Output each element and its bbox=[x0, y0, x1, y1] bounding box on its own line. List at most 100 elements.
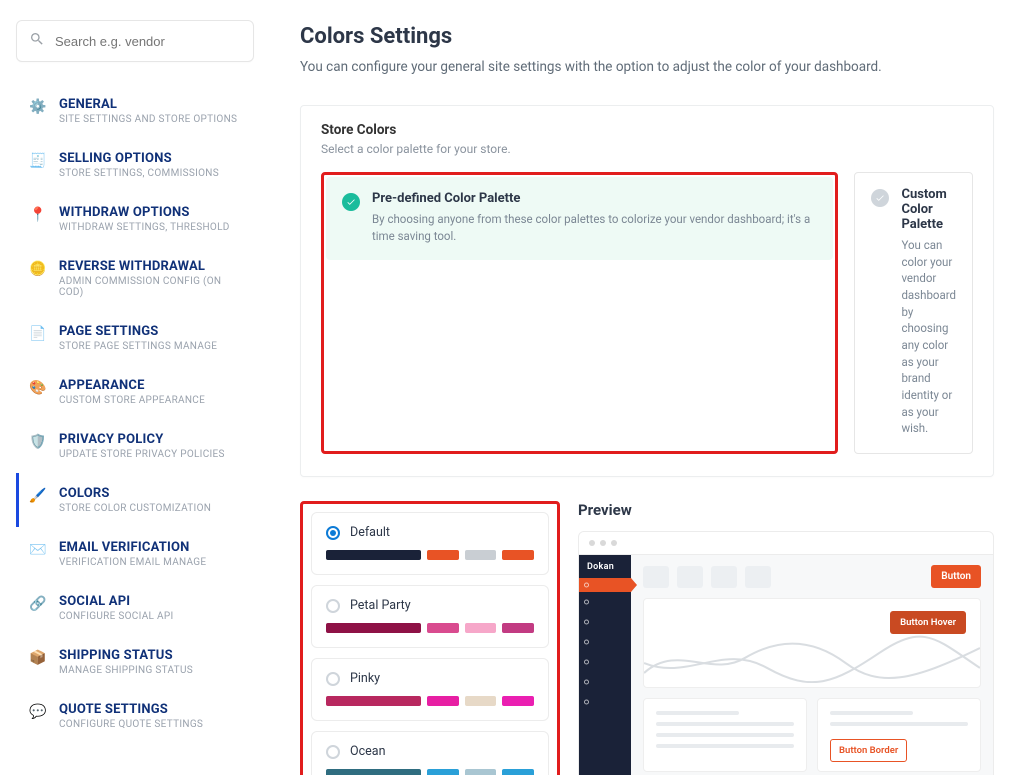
search-icon bbox=[29, 31, 45, 51]
preview-header: Button bbox=[643, 565, 981, 588]
sidebar-item-shipping[interactable]: 📦 SHIPPING STATUS MANAGE SHIPPING STATUS bbox=[16, 635, 254, 689]
sidebar-item-title: EMAIL VERIFICATION bbox=[59, 540, 206, 555]
palette-mode-choices: Pre-defined Color Palette By choosing an… bbox=[321, 172, 973, 454]
palette-option[interactable]: Petal Party bbox=[311, 585, 549, 648]
preview-brand: Dokan bbox=[579, 555, 631, 578]
preview-button: Button bbox=[931, 565, 981, 588]
palette-name: Default bbox=[350, 525, 390, 540]
sidebar-item-title: SOCIAL API bbox=[59, 594, 173, 609]
preview-nav-item bbox=[579, 592, 631, 612]
preview-column: Preview Dokan bbox=[578, 501, 994, 775]
palette-name: Ocean bbox=[350, 744, 385, 759]
preview-chart-icon bbox=[644, 633, 980, 683]
radio-icon bbox=[326, 526, 340, 540]
preview-frame: Dokan bbox=[578, 531, 994, 775]
choice-predefined[interactable]: Pre-defined Color Palette By choosing an… bbox=[326, 177, 833, 260]
sidebar-item-title: COLORS bbox=[59, 486, 211, 501]
choice-custom[interactable]: Custom Color Palette You can color your … bbox=[854, 172, 973, 454]
palette-list-highlight: DefaultPetal PartyPinkyOceanSweetySummer… bbox=[300, 501, 560, 775]
preview-button-hover: Button Hover bbox=[890, 611, 966, 634]
preview-main: Button Button Hover bbox=[631, 555, 993, 775]
check-icon bbox=[871, 189, 889, 207]
sidebar-item-subtitle: SITE SETTINGS AND STORE OPTIONS bbox=[59, 114, 237, 125]
palette-swatches bbox=[326, 550, 534, 560]
settings-sidebar: ⚙️ GENERAL SITE SETTINGS AND STORE OPTIONS… bbox=[0, 0, 270, 775]
sidebar-item-social[interactable]: 🔗SOCIAL APICONFIGURE SOCIAL API bbox=[16, 581, 254, 635]
palette-option[interactable]: Ocean bbox=[311, 731, 549, 775]
sidebar-item-subtitle: CUSTOM STORE APPEARANCE bbox=[59, 395, 205, 406]
general-icon: ⚙️ bbox=[29, 98, 47, 116]
sidebar-item-appearance[interactable]: 🎨 APPEARANCE CUSTOM STORE APPEARANCE bbox=[16, 365, 254, 419]
shipping-icon: 📦 bbox=[29, 649, 47, 667]
store-colors-card: Store Colors Select a color palette for … bbox=[300, 105, 994, 477]
sidebar-item-title: SELLING OPTIONS bbox=[59, 151, 219, 166]
palette-swatches bbox=[326, 623, 534, 633]
preview-button-border: Button Border bbox=[830, 739, 907, 762]
preview-header-placeholder bbox=[745, 566, 771, 588]
choice-custom-title: Custom Color Palette bbox=[901, 187, 956, 232]
preview-chart-card: Button Hover bbox=[643, 598, 981, 688]
sidebar-item-email[interactable]: ✉️EMAIL VERIFICATIONVERIFICATION EMAIL M… bbox=[16, 527, 254, 581]
sidebar-item-privacy[interactable]: 🛡️ PRIVACY POLICY UPDATE STORE PRIVACY POL… bbox=[16, 419, 254, 473]
predefined-highlight: Pre-defined Color Palette By choosing an… bbox=[321, 172, 838, 454]
sidebar-item-selling[interactable]: 🧾 SELLING OPTIONS STORE SETTINGS, COMMISSI… bbox=[16, 138, 254, 192]
sidebar-item-title: QUOTE SETTINGS bbox=[59, 702, 203, 717]
preview-nav-item bbox=[579, 652, 631, 672]
settings-nav: ⚙️ GENERAL SITE SETTINGS AND STORE OPTIONS… bbox=[16, 84, 254, 743]
palette-list: DefaultPetal PartyPinkyOceanSweetySummer… bbox=[311, 512, 549, 775]
sidebar-item-subtitle: STORE SETTINGS, COMMISSIONS bbox=[59, 168, 219, 179]
palette-name: Petal Party bbox=[350, 598, 411, 613]
store-colors-heading: Store Colors bbox=[321, 122, 973, 138]
sidebar-item-subtitle: STORE COLOR CUSTOMIZATION bbox=[59, 503, 211, 514]
selling-icon: 🧾 bbox=[29, 152, 47, 170]
search-input[interactable] bbox=[55, 34, 241, 49]
radio-icon bbox=[326, 672, 340, 686]
window-dots-icon bbox=[589, 540, 983, 546]
email-icon: ✉️ bbox=[29, 541, 47, 559]
sidebar-item-colors[interactable]: 🖌️COLORSSTORE COLOR CUSTOMIZATION bbox=[16, 473, 254, 527]
sidebar-item-subtitle: WITHDRAW SETTINGS, THRESHOLD bbox=[59, 222, 230, 233]
palette-name: Pinky bbox=[350, 671, 380, 686]
sidebar-item-reverse[interactable]: 🪙REVERSE WITHDRAWALADMIN COMMISSION CONF… bbox=[16, 246, 254, 311]
preview-header-placeholder bbox=[677, 566, 703, 588]
radio-icon bbox=[326, 745, 340, 759]
page-title: Colors Settings bbox=[300, 24, 994, 49]
quote-icon: 💬 bbox=[29, 703, 47, 721]
search-box[interactable] bbox=[16, 20, 254, 62]
sidebar-item-title: WITHDRAW OPTIONS bbox=[59, 205, 230, 220]
palette-swatches bbox=[326, 769, 534, 775]
preview-header-placeholder bbox=[643, 566, 669, 588]
sidebar-item-subtitle: CONFIGURE SOCIAL API bbox=[59, 611, 173, 622]
sidebar-item-quote[interactable]: 💬QUOTE SETTINGSCONFIGURE QUOTE SETTINGS bbox=[16, 689, 254, 743]
sidebar-item-title: APPEARANCE bbox=[59, 378, 205, 393]
preview-nav-item bbox=[579, 672, 631, 692]
sidebar-item-subtitle: MANAGE SHIPPING STATUS bbox=[59, 665, 193, 676]
sidebar-item-withdraw[interactable]: 📍WITHDRAW OPTIONSWITHDRAW SETTINGS, THRE… bbox=[16, 192, 254, 246]
palette-swatches bbox=[326, 696, 534, 706]
preview-border-card: Button Border bbox=[817, 698, 981, 772]
sidebar-item-title: REVERSE WITHDRAWAL bbox=[59, 259, 248, 274]
sidebar-item-subtitle: UPDATE STORE PRIVACY POLICIES bbox=[59, 449, 225, 460]
preview-nav-item bbox=[579, 632, 631, 652]
sidebar-item-general[interactable]: ⚙️ GENERAL SITE SETTINGS AND STORE OPTIONS bbox=[16, 84, 254, 138]
page-subtitle: You can configure your general site sett… bbox=[300, 59, 994, 75]
sidebar-item-page[interactable]: 📄 PAGE SETTINGS STORE PAGE SETTINGS MANAGE bbox=[16, 311, 254, 365]
palette-option[interactable]: Pinky bbox=[311, 658, 549, 721]
palette-option[interactable]: Default bbox=[311, 512, 549, 575]
choice-custom-desc: You can color your vendor dashboard by c… bbox=[901, 237, 956, 437]
sidebar-item-title: SHIPPING STATUS bbox=[59, 648, 193, 663]
page-icon: 📄 bbox=[29, 325, 47, 343]
preview-header-placeholder bbox=[711, 566, 737, 588]
sidebar-item-subtitle: STORE PAGE SETTINGS MANAGE bbox=[59, 341, 217, 352]
sidebar-item-title: PAGE SETTINGS bbox=[59, 324, 217, 339]
store-colors-hint: Select a color palette for your store. bbox=[321, 142, 973, 156]
sidebar-item-title: PRIVACY POLICY bbox=[59, 432, 225, 447]
choice-predefined-title: Pre-defined Color Palette bbox=[372, 191, 817, 206]
appearance-icon: 🎨 bbox=[29, 379, 47, 397]
choice-predefined-desc: By choosing anyone from these color pale… bbox=[372, 211, 817, 244]
preview-nav-active bbox=[579, 578, 631, 592]
privacy-icon: 🛡️ bbox=[29, 433, 47, 451]
reverse-icon: 🪙 bbox=[29, 260, 47, 278]
preview-text-card bbox=[643, 698, 807, 772]
sidebar-item-title: GENERAL bbox=[59, 97, 237, 112]
